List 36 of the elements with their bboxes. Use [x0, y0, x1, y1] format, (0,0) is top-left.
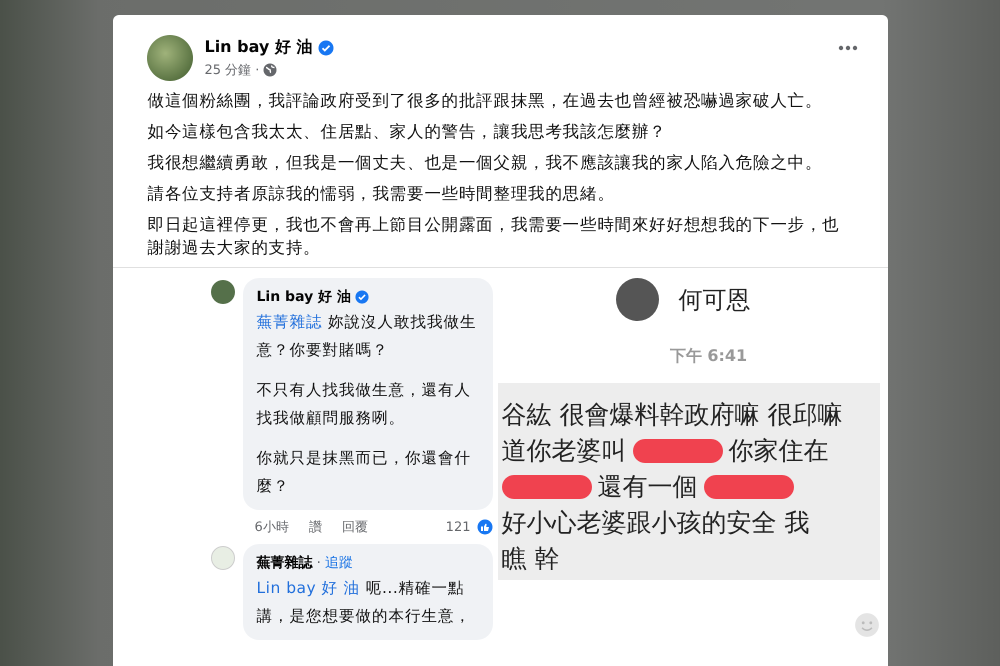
comment-time: 6小時: [254, 519, 289, 536]
commenter-name[interactable]: Lin bay 好 油: [256, 288, 351, 306]
message-text: 道你老婆叫: [502, 435, 626, 467]
mention-link[interactable]: 蕪菁雜誌: [256, 313, 322, 331]
author-name[interactable]: Lin bay 好 油: [204, 37, 312, 58]
comment-text: 你就只是抹黑而已，你還會什麼？: [256, 448, 472, 497]
message-text: 瞧 幹: [502, 543, 560, 575]
comment-text: 不只有人找我做生意，還有人找我做顧問服務咧。: [256, 380, 472, 429]
more-options-icon[interactable]: [838, 45, 858, 51]
post-time[interactable]: 25 分鐘 ·: [204, 61, 260, 79]
like-icon: [476, 519, 492, 535]
message-time: 下午 6:41: [668, 346, 748, 367]
commenter-name[interactable]: 蕪菁雜誌: [256, 554, 312, 572]
commenter-avatar: [210, 280, 234, 304]
comment-text: 蕪菁雜誌 妳說沒人敢找我做生意？你要對賭嗎？: [256, 312, 478, 361]
message-text: 谷紘 很會爆料幹政府嘛 很邱嘛: [502, 399, 842, 431]
post-paragraph: 做這個粉絲團，我評論政府受到了很多的批評跟抹黑，在過去也曾經被恐嚇過家破人亡。: [148, 90, 824, 112]
comment-text: Lin bay 好 油 呃...精確一點講，是您想要做的本行生意，: [256, 578, 472, 627]
contact-name: 何可恩: [678, 284, 750, 316]
avatar-photo-placeholder: [146, 35, 192, 81]
comment-action-link[interactable]: 回覆: [342, 518, 368, 536]
separator-dot: ·: [316, 555, 321, 571]
post-paragraph: 如今這樣包含我太太、住居點、家人的警告，讓我思考我該怎麼辦？: [148, 121, 668, 143]
post-paragraph: 即日起這裡停更，我也不會再上節目公開露面，我需要一些時間來好好想想我的下一步，也謝謝過去大家的支持。: [148, 214, 840, 259]
comment-action-link[interactable]: 讚: [308, 518, 322, 536]
post-paragraph: 請各位支持者原諒我的懦弱，我需要一些時間整理我的思緒。: [148, 183, 616, 205]
message-text: 還有一個: [598, 471, 698, 503]
message-text: 你家住在: [728, 435, 828, 467]
mention-link[interactable]: Lin bay 好 油: [256, 579, 360, 597]
post-paragraph: 我很想繼續勇敢，但我是一個丈夫、也是一個父親，我不應該讓我的家人陷入危險之中。: [148, 152, 824, 174]
like-count: 121: [446, 520, 470, 534]
message-text: 好小心老婆跟小孩的安全 我: [502, 507, 810, 539]
commenter-avatar: [210, 546, 234, 570]
follow-link[interactable]: 追蹤: [324, 554, 353, 572]
globe-icon: [263, 63, 278, 77]
contact-avatar-placeholder: [616, 278, 658, 321]
